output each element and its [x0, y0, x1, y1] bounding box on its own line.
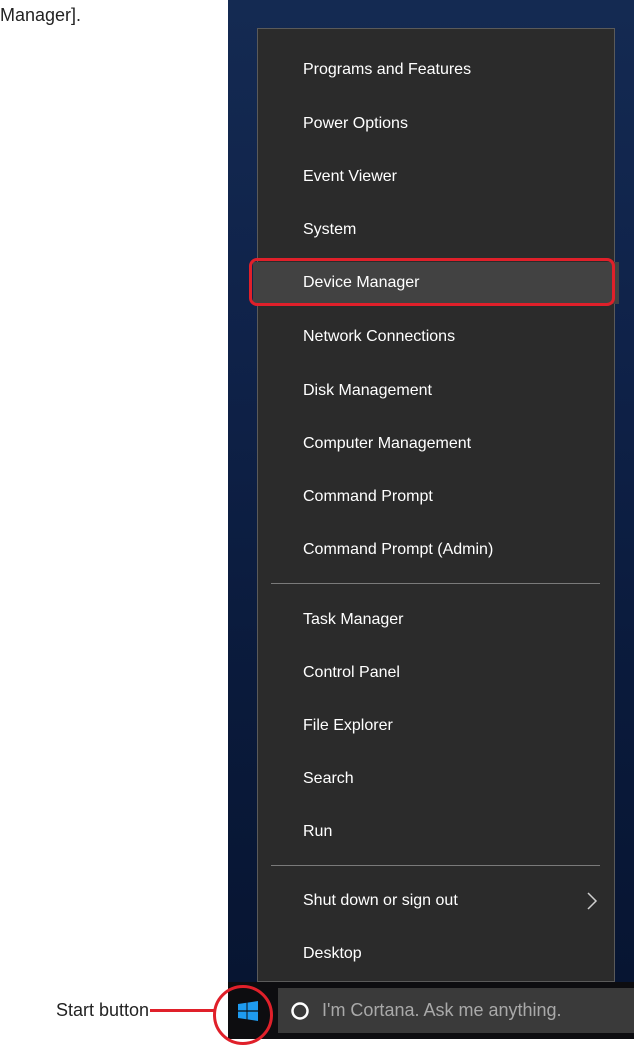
document-caption: Manager].: [0, 5, 82, 25]
menu-item-desktop[interactable]: Desktop: [258, 933, 614, 975]
menu-item-label: Shut down or sign out: [303, 892, 458, 909]
menu-separator: [271, 865, 600, 866]
start-button[interactable]: [228, 982, 268, 1039]
menu-item-run[interactable]: Run: [258, 811, 614, 853]
menu-item-label: Programs and Features: [303, 61, 472, 78]
menu-item-network-connections[interactable]: Network Connections: [258, 316, 614, 358]
menu-item-search[interactable]: Search: [258, 758, 614, 800]
menu-item-label: System: [303, 221, 357, 238]
menu-item-shut-down-or-sign-out[interactable]: Shut down or sign out: [258, 880, 614, 922]
menu-item-computer-management[interactable]: Computer Management: [258, 423, 614, 465]
cortana-search-box[interactable]: I'm Cortana. Ask me anything.: [278, 988, 634, 1033]
menu-item-label: Control Panel: [303, 664, 400, 681]
menu-item-label: Search: [303, 770, 354, 787]
menu-item-label: Power Options: [303, 115, 408, 132]
menu-item-power-options[interactable]: Power Options: [258, 103, 614, 145]
menu-item-command-prompt-admin[interactable]: Command Prompt (Admin): [258, 529, 614, 571]
menu-item-label: Network Connections: [303, 328, 456, 345]
menu-item-system[interactable]: System: [258, 209, 614, 251]
menu-separator: [271, 583, 600, 584]
menu-item-event-viewer[interactable]: Event Viewer: [258, 156, 614, 198]
cortana-circle-icon: [291, 1001, 309, 1020]
menu-item-disk-management[interactable]: Disk Management: [258, 370, 614, 412]
menu-item-label: Disk Management: [303, 382, 432, 399]
menu-item-label: Computer Management: [303, 435, 472, 452]
menu-item-task-manager[interactable]: Task Manager: [258, 599, 614, 641]
menu-item-command-prompt[interactable]: Command Prompt: [258, 476, 614, 518]
menu-item-label: Command Prompt: [303, 488, 433, 505]
taskbar: I'm Cortana. Ask me anything.: [228, 982, 634, 1039]
menu-item-label: Desktop: [303, 945, 362, 962]
menu-item-label: Device Manager: [303, 274, 420, 291]
start-button-label: Start button: [56, 1000, 150, 1020]
windows-logo-icon: [238, 1000, 258, 1021]
winx-context-menu: Programs and Features Power Options Even…: [253, 28, 619, 982]
menu-item-label: Task Manager: [303, 611, 404, 628]
menu-item-label: Run: [303, 823, 333, 840]
menu-item-control-panel[interactable]: Control Panel: [258, 652, 614, 694]
menu-item-label: Event Viewer: [303, 168, 397, 185]
menu-item-label: Command Prompt (Admin): [303, 541, 494, 558]
cortana-placeholder: I'm Cortana. Ask me anything.: [322, 1000, 562, 1020]
callout-line: [150, 1009, 216, 1012]
menu-item-programs-and-features[interactable]: Programs and Features: [258, 49, 614, 91]
menu-item-label: File Explorer: [303, 717, 393, 734]
menu-item-file-explorer[interactable]: File Explorer: [258, 705, 614, 747]
menu-item-device-manager[interactable]: Device Manager: [253, 262, 619, 304]
chevron-right-icon: [587, 892, 598, 910]
